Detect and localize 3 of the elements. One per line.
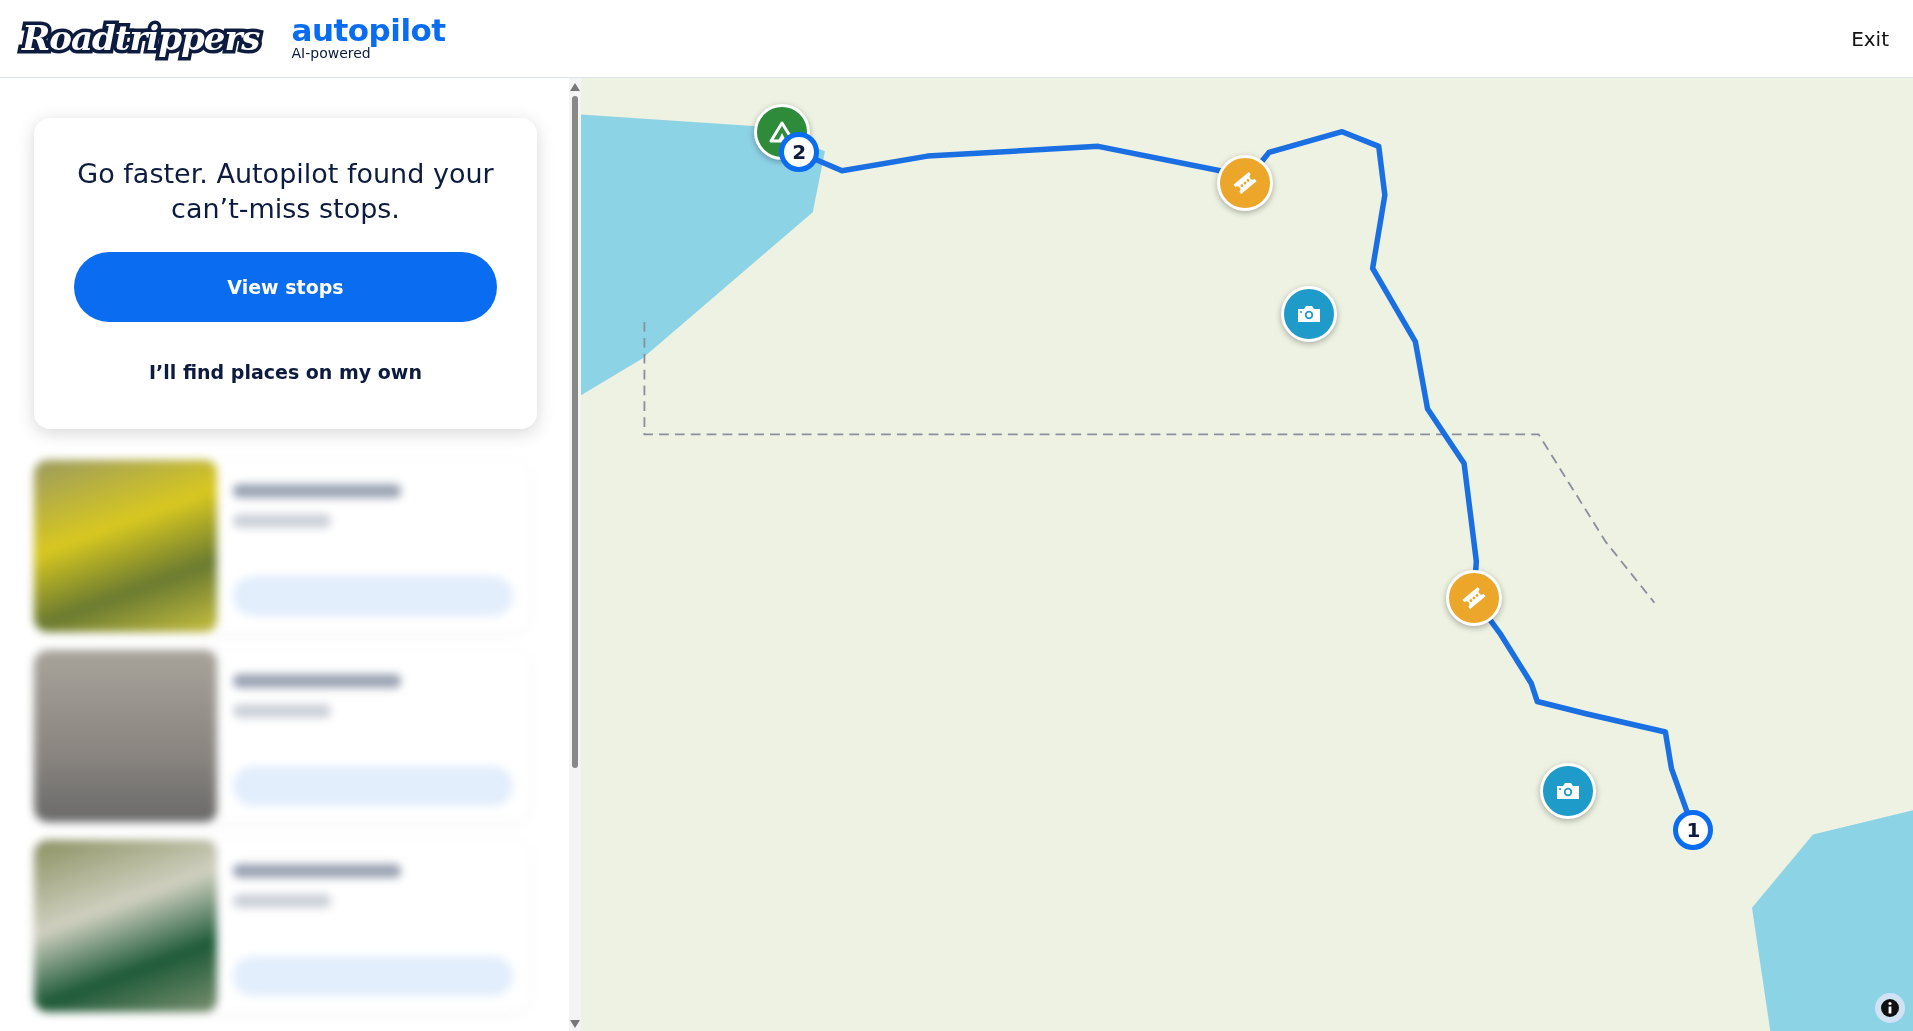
tagline: AI-powered	[291, 46, 371, 62]
product-name: autopilot	[291, 15, 446, 47]
prompt-title: Go faster. Autopilot found your can’t-miss stops.	[76, 157, 495, 227]
